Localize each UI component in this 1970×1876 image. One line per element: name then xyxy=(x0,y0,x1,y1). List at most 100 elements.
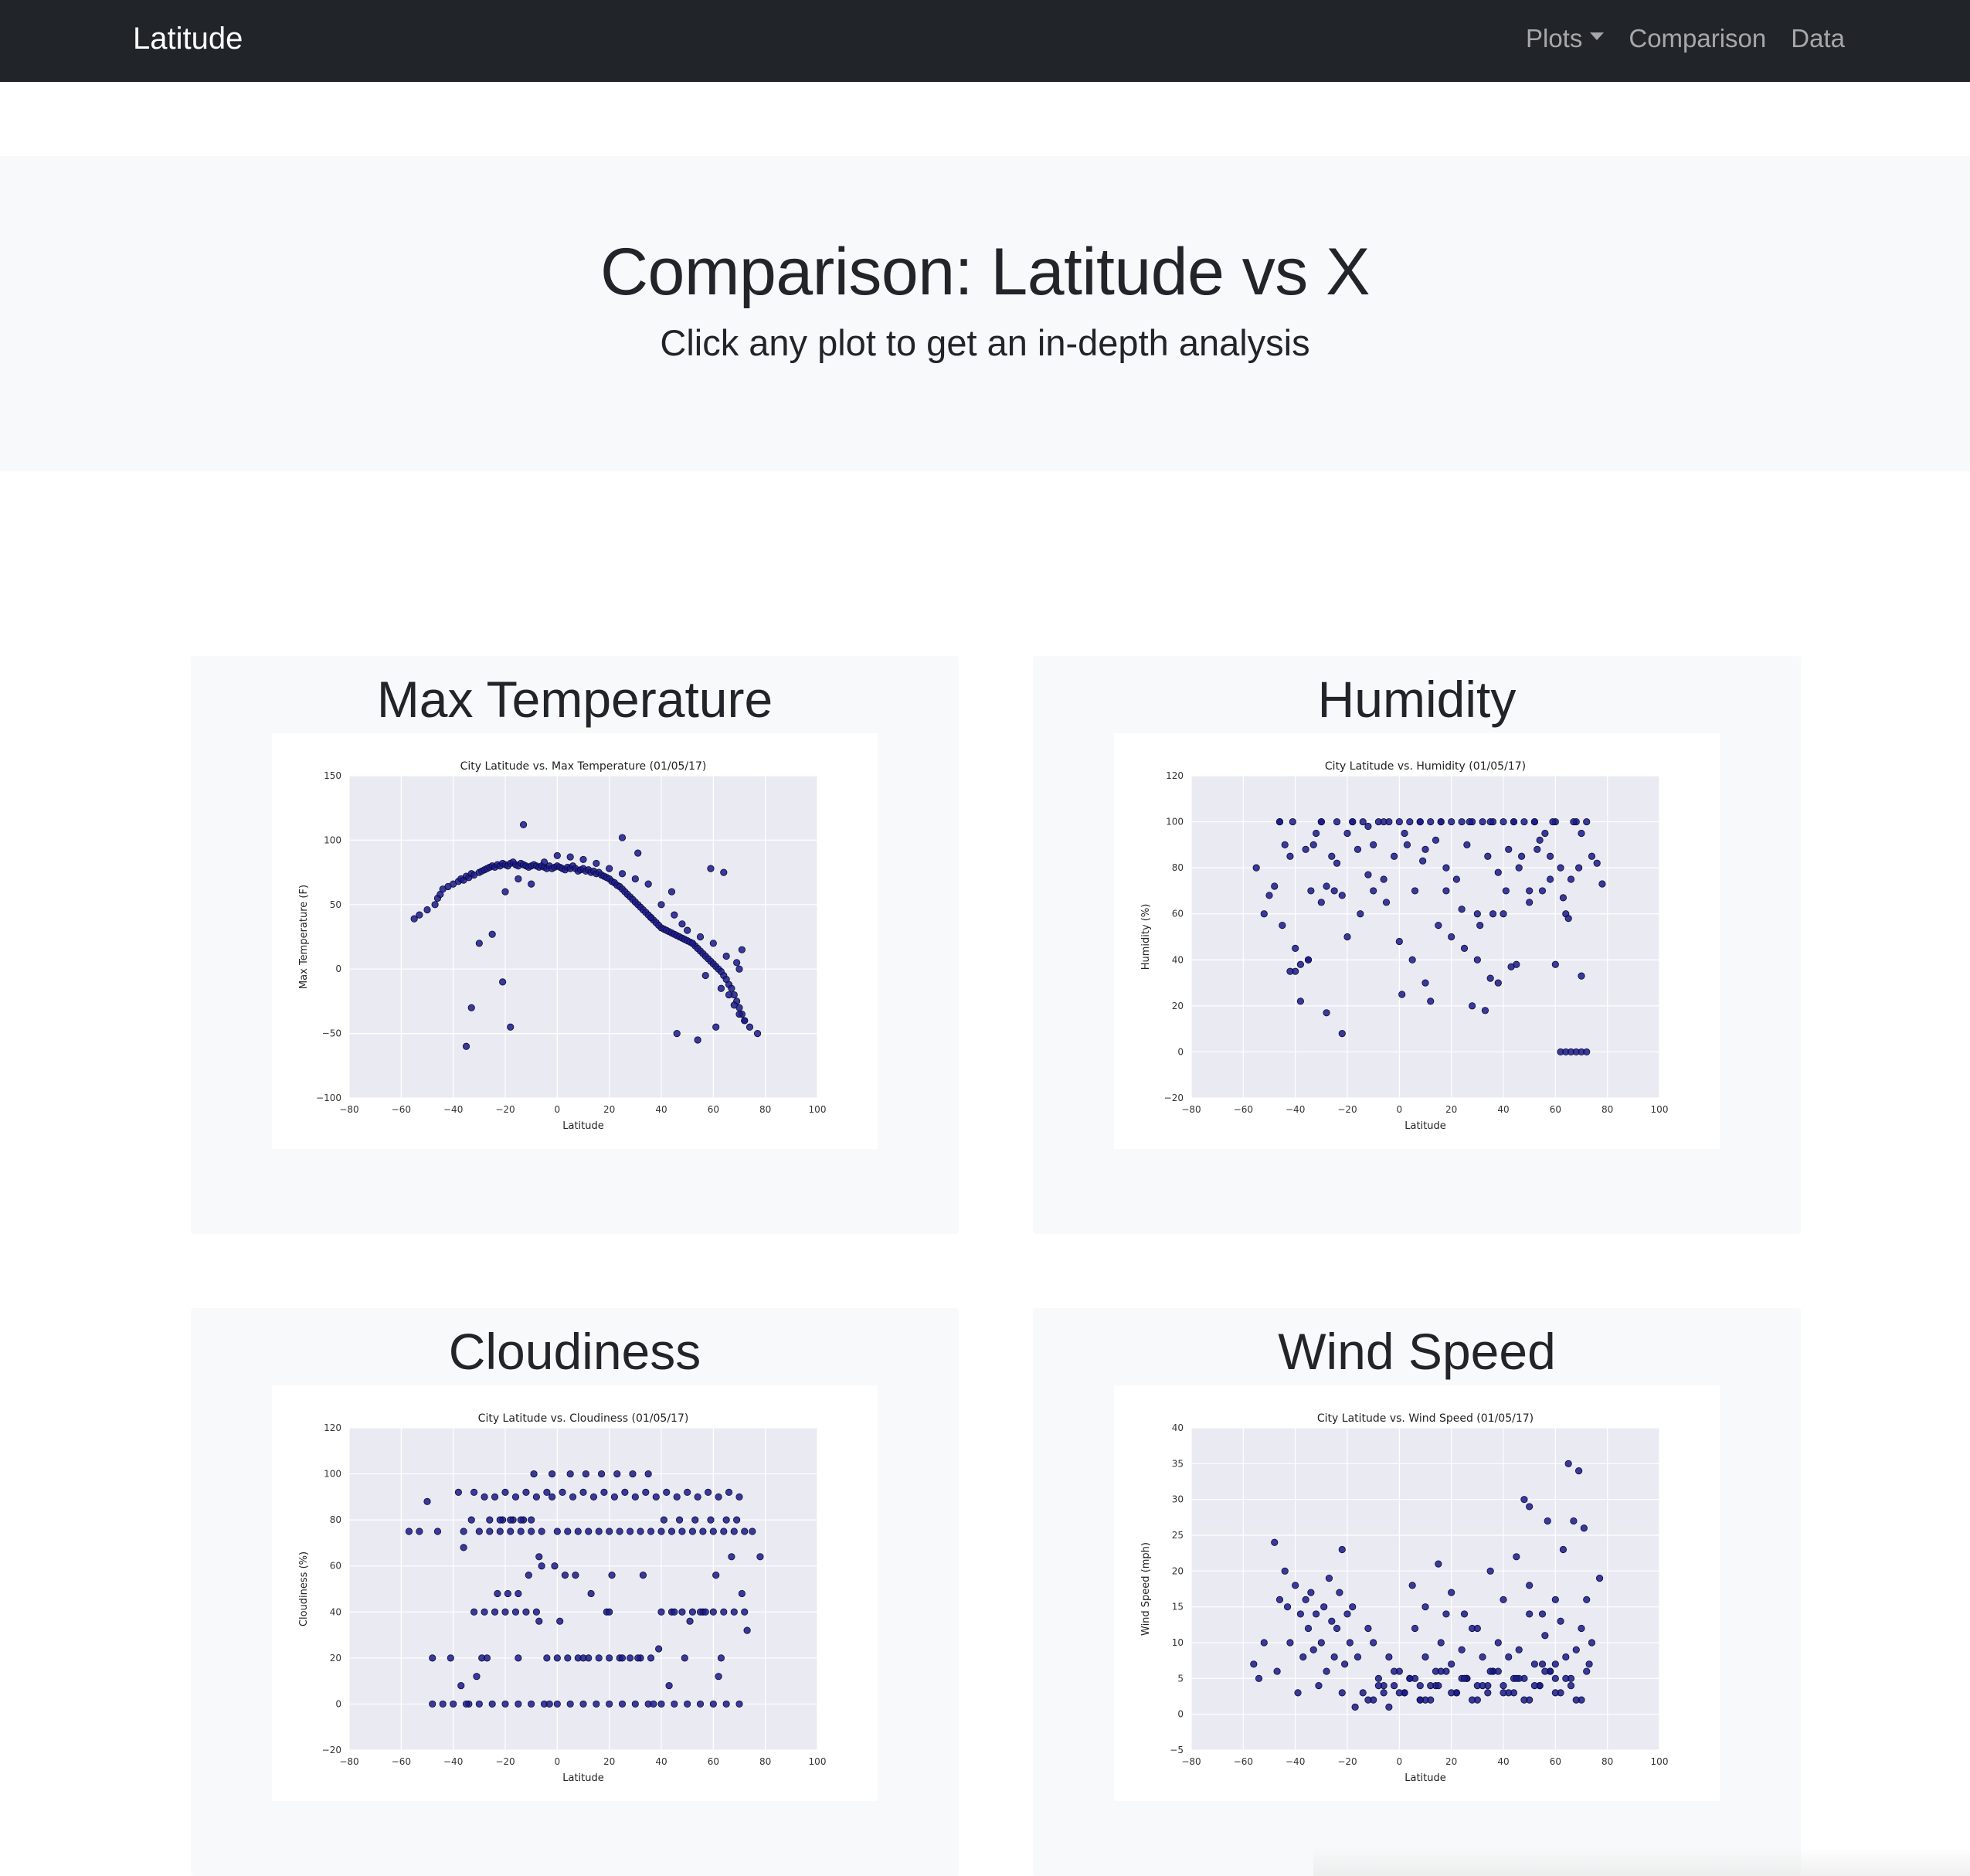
data-point xyxy=(1260,910,1268,918)
data-point xyxy=(1307,887,1315,895)
nav-plots-dropdown[interactable]: Plots xyxy=(1526,19,1605,59)
x-tick-label: 60 xyxy=(708,1104,719,1115)
data-point xyxy=(1390,1667,1398,1675)
data-point xyxy=(647,1528,655,1535)
data-point xyxy=(1530,1681,1539,1690)
data-point xyxy=(1530,817,1539,826)
x-tick-label: −80 xyxy=(339,1756,358,1767)
plot-humidity[interactable]: −80 −60 −40 −20 0 20 40 60 80 100 −20 0 20 40 60 80 100 1… xyxy=(1114,733,1720,1149)
data-point xyxy=(1572,1646,1580,1653)
data-point xyxy=(566,1700,574,1708)
plot-wind-speed[interactable]: −80 −60 −40 −20 0 20 40 60 80 100 −5 0 5 10 15 20 25 30 35… xyxy=(1114,1385,1720,1801)
y-tick-label: 80 xyxy=(1172,862,1184,873)
data-point xyxy=(423,906,431,914)
plot-cloudiness[interactable]: −80 −60 −40 −20 0 20 40 60 80 100 −20 0 20 40 60 80 100 1… xyxy=(272,1385,878,1801)
data-point xyxy=(639,1572,647,1579)
data-point xyxy=(1343,933,1351,941)
data-point xyxy=(647,1654,655,1662)
data-point xyxy=(566,1470,574,1478)
data-point xyxy=(613,1470,621,1478)
x-tick-label: −40 xyxy=(443,1756,463,1767)
data-point xyxy=(1385,1703,1393,1711)
data-point xyxy=(709,1528,717,1535)
data-point xyxy=(543,1654,551,1662)
card-wind-speed[interactable]: Wind Speed −80 −60 −40 −20 0 20 40 60 80 100 −5 0 5 1… xyxy=(1033,1308,1801,1876)
data-point xyxy=(1427,997,1435,1005)
data-point xyxy=(507,1023,515,1031)
data-point xyxy=(579,1488,587,1496)
data-point xyxy=(532,1493,540,1500)
data-point xyxy=(1427,1681,1435,1690)
data-point xyxy=(663,1488,671,1496)
data-point xyxy=(564,1654,572,1662)
y-tick-label: 0 xyxy=(1177,1709,1184,1720)
data-point xyxy=(1292,1582,1299,1589)
data-point xyxy=(1583,1667,1591,1675)
data-point xyxy=(515,875,522,883)
data-point xyxy=(1505,1653,1513,1661)
data-point xyxy=(528,1516,535,1524)
data-point xyxy=(1578,972,1585,980)
data-point xyxy=(1390,1681,1398,1690)
data-point xyxy=(1551,1596,1559,1603)
card-max-temperature[interactable]: Max Temperature −80 −60 −40 −20 0 20 40 60 80 100… xyxy=(191,656,959,1234)
nav-comparison-link[interactable]: Comparison xyxy=(1629,19,1766,59)
data-point xyxy=(1333,859,1341,867)
x-tick-label: 40 xyxy=(1497,1104,1509,1115)
data-point xyxy=(1435,922,1442,930)
data-point xyxy=(1458,906,1466,913)
data-point xyxy=(691,1516,699,1524)
data-point xyxy=(1271,882,1279,890)
card-cloudiness[interactable]: Cloudiness −80 −60 −40 −20 0 20 40 60 80 100 −20 0 2… xyxy=(191,1308,959,1876)
data-point xyxy=(511,1608,520,1616)
data-point xyxy=(467,1004,475,1011)
data-point xyxy=(631,1700,639,1708)
plot-max-temperature[interactable]: −80 −60 −40 −20 0 20 40 60 80 100 −100 −50 0 50 100 150… xyxy=(272,733,878,1149)
data-point xyxy=(1435,1560,1442,1568)
data-point xyxy=(1390,852,1398,860)
scatter-chart-max-temperature: −80 −60 −40 −20 0 20 40 60 80 100 −100 −50 0 50 100 150… xyxy=(298,760,826,1132)
data-point xyxy=(1500,817,1507,826)
nav-data-link[interactable]: Data xyxy=(1791,19,1845,59)
data-point xyxy=(743,1626,751,1634)
data-point xyxy=(1419,857,1427,865)
data-point xyxy=(1357,910,1364,918)
data-point xyxy=(1309,1646,1317,1653)
data-point xyxy=(507,1528,515,1535)
data-point xyxy=(678,1528,686,1535)
data-point xyxy=(564,1528,572,1535)
data-point xyxy=(585,1528,593,1535)
data-point xyxy=(1370,841,1377,848)
data-point xyxy=(1317,899,1325,906)
y-tick-label: 5 xyxy=(1177,1673,1184,1684)
data-point xyxy=(634,849,642,857)
data-point xyxy=(1286,967,1294,975)
data-point xyxy=(657,1528,665,1535)
data-point xyxy=(1421,979,1429,987)
data-point xyxy=(1494,868,1502,876)
card-humidity[interactable]: Humidity −80 −60 −40 −20 0 20 40 60 80 100 −20 0 20 4… xyxy=(1033,656,1801,1234)
x-tick-label: −60 xyxy=(392,1756,411,1767)
data-point xyxy=(475,1700,483,1708)
data-point xyxy=(1500,910,1507,918)
y-axis-label: Max Temperature (F) xyxy=(298,885,310,989)
data-point xyxy=(1559,1545,1568,1554)
data-point xyxy=(1564,915,1572,923)
data-point xyxy=(1452,875,1460,883)
data-point xyxy=(1551,1689,1559,1697)
data-point xyxy=(515,1654,522,1662)
data-point xyxy=(1370,1639,1377,1647)
data-point xyxy=(1479,1653,1486,1661)
nav-data-label: Data xyxy=(1791,24,1845,53)
x-tick-label: 20 xyxy=(1445,1104,1457,1115)
data-point xyxy=(538,1528,545,1535)
data-point xyxy=(460,1544,467,1551)
chart-title: City Latitude vs. Cloudiness (01/05/17) xyxy=(478,1412,689,1425)
data-point xyxy=(1551,1660,1559,1668)
data-point xyxy=(1289,817,1296,826)
data-point xyxy=(1395,937,1403,946)
data-point xyxy=(753,1029,762,1038)
data-point xyxy=(525,1572,532,1579)
data-point xyxy=(553,1654,561,1662)
navbar-brand[interactable]: Latitude xyxy=(133,19,243,59)
